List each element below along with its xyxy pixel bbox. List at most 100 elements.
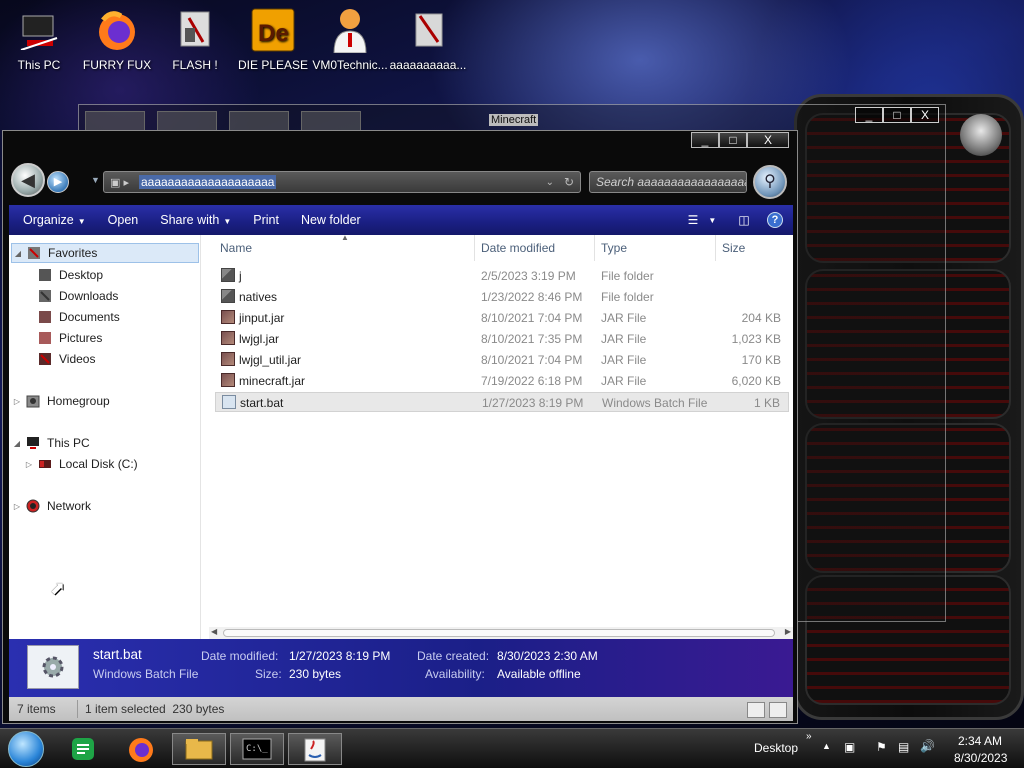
nav-item-downloads[interactable]: Downloads (35, 286, 118, 306)
volume-icon[interactable]: 🔊 (920, 739, 935, 753)
file-name: j (239, 269, 242, 283)
desktop-icon-label: DIE PLEASE (237, 58, 309, 72)
print-button[interactable]: Print (242, 213, 290, 227)
column-divider[interactable] (474, 235, 475, 261)
nav-item-videos[interactable]: Videos (35, 349, 95, 369)
file-type: JAR File (601, 311, 647, 325)
arrow-left-icon: ◀ (21, 170, 35, 190)
firefox-icon (129, 738, 153, 762)
column-header-date-modified[interactable]: Date modified (481, 241, 555, 255)
app-icon (405, 6, 451, 54)
nav-item-documents[interactable]: Documents (35, 307, 120, 327)
scroll-left-icon[interactable]: ◀ (211, 627, 217, 636)
desktop-toolbar-label[interactable]: Desktop (754, 741, 798, 755)
file-row[interactable]: minecraft.jar 7/19/2022 6:18 PM JAR File… (215, 371, 789, 391)
clock-date[interactable]: 8/30/2023 (954, 751, 1007, 765)
file-name: lwjgl.jar (239, 332, 280, 346)
caret-down-icon: ▼ (223, 217, 232, 226)
taskbar-app-notes[interactable] (56, 733, 110, 765)
preview-pane-button[interactable]: ◫ (735, 211, 753, 229)
view-options-button[interactable]: ☰ ▼ (688, 211, 717, 229)
file-size: 204 KB (741, 311, 781, 325)
nav-item-favorites[interactable]: ◢ Favorites (11, 243, 199, 263)
show-hidden-icons-button[interactable]: ▲ (822, 741, 831, 751)
taskbar-app-java[interactable] (288, 733, 342, 765)
new-folder-button[interactable]: New folder (290, 213, 372, 227)
desktop-icon-furry-fux[interactable]: FURRY FUX (78, 6, 156, 72)
file-row[interactable]: lwjgl_util.jar 8/10/2021 7:04 PM JAR Fil… (215, 350, 789, 370)
nav-item-this-pc[interactable]: ◢ This PC (11, 433, 90, 453)
nav-item-label: Network (47, 499, 92, 513)
caret-down-icon: ▼ (77, 217, 86, 226)
back-button[interactable]: ◀ (11, 163, 45, 197)
address-breadcrumb[interactable]: aaaaaaaaaaaaaaaaaaaa (138, 175, 277, 189)
status-item-count: 7 items (17, 702, 56, 716)
maximize-button[interactable]: □ (719, 132, 747, 148)
homegroup-icon (25, 394, 41, 408)
file-row[interactable]: natives 1/23/2022 8:46 PM File folder (215, 287, 789, 307)
organize-button[interactable]: Organize ▼ (9, 213, 97, 227)
scrollbar-thumb[interactable] (223, 629, 775, 637)
desktop-icon-flash[interactable]: FLASH ! (156, 6, 234, 72)
address-bar[interactable]: ▣ ▸ aaaaaaaaaaaaaaaaaaaa ⌄ ↻ (103, 171, 581, 193)
clock-time[interactable]: 2:34 AM (958, 734, 1002, 748)
expand-arrow-icon[interactable]: ▷ (11, 502, 23, 511)
desktop-icon-die-please[interactable]: De DIE PLEASE (234, 6, 312, 72)
scroll-right-icon[interactable]: ▶ (785, 627, 791, 636)
tray-app-icon[interactable]: ▣ (844, 740, 855, 754)
file-row[interactable]: lwjgl.jar 8/10/2021 7:35 PM JAR File 1,0… (215, 329, 789, 349)
double-chevron-icon[interactable]: » (806, 731, 812, 742)
minimize-button[interactable]: _ (691, 132, 719, 148)
large-icons-view-icon[interactable] (769, 702, 787, 718)
navigation-bar: ◀ ▶ ▼ ▣ ▸ aaaaaaaaaaaaaaaaaaaa ⌄ ↻ Searc… (9, 161, 793, 201)
column-header-size[interactable]: Size (722, 241, 745, 255)
details-view-icon[interactable] (747, 702, 765, 718)
desktop-icon-vm0technic[interactable]: VM0Technic... (311, 6, 389, 72)
toolbar-right-group: ☰ ▼ ◫ ? (688, 211, 783, 229)
taskbar-app-command-prompt[interactable]: C:\_ (230, 733, 284, 765)
nav-item-local-disk[interactable]: ▷ Local Disk (C:) (23, 454, 138, 474)
nav-item-label: Homegroup (47, 394, 110, 408)
desktop-icon-this-pc[interactable]: This PC (0, 6, 78, 72)
horizontal-scrollbar[interactable]: ◀ ▶ (209, 627, 793, 639)
minimize-button[interactable]: _ (855, 107, 883, 123)
refresh-icon[interactable]: ↻ (564, 175, 574, 189)
start-button[interactable] (8, 731, 44, 767)
column-header-type[interactable]: Type (601, 241, 627, 255)
recent-pages-dropdown[interactable]: ▼ (91, 175, 100, 185)
file-row[interactable]: jinput.jar 8/10/2021 7:04 PM JAR File 20… (215, 308, 789, 328)
column-header-name[interactable]: Name (220, 241, 252, 255)
search-button[interactable]: ⚲ (753, 165, 787, 199)
close-button[interactable]: X (747, 132, 789, 148)
maximize-button[interactable]: □ (883, 107, 911, 123)
view-switcher (747, 702, 787, 718)
expand-arrow-icon[interactable]: ▷ (11, 397, 23, 406)
details-availability-value: Available offline (497, 667, 581, 681)
desktop-icon-label: FURRY FUX (82, 58, 152, 72)
desktop-icon-label: This PC (17, 58, 61, 72)
network-tray-icon[interactable]: ▤ (898, 740, 909, 754)
desktop-icon-aaaa[interactable]: aaaaaaaaaa... (389, 6, 467, 72)
taskbar-app-file-explorer[interactable] (172, 733, 226, 765)
action-center-flag-icon[interactable]: ⚑ (876, 740, 887, 754)
nav-item-pictures[interactable]: Pictures (35, 328, 102, 348)
nav-item-desktop[interactable]: Desktop (35, 265, 103, 285)
forward-button[interactable]: ▶ (47, 171, 69, 193)
nav-item-network[interactable]: ▷ Network (11, 496, 91, 516)
file-row[interactable]: j 2/5/2023 3:19 PM File folder (215, 266, 789, 286)
column-divider[interactable] (715, 235, 716, 261)
chevron-down-icon[interactable]: ⌄ (546, 177, 554, 188)
nav-item-homegroup[interactable]: ▷ Homegroup (11, 391, 110, 411)
help-icon[interactable]: ? (767, 212, 783, 228)
close-button[interactable]: X (911, 107, 939, 123)
expand-arrow-icon[interactable]: ◢ (12, 249, 24, 258)
expand-arrow-icon[interactable]: ▷ (23, 460, 35, 469)
file-row-selected[interactable]: start.bat 1/27/2023 8:19 PM Windows Batc… (215, 392, 789, 412)
column-divider[interactable] (594, 235, 595, 261)
search-input[interactable]: Search aaaaaaaaaaaaaaaaaaaa (589, 171, 747, 193)
explorer-window[interactable]: _ □ X ◀ ▶ ▼ ▣ ▸ aaaaaaaaaaaaaaaaaaaa ⌄ ↻… (2, 130, 798, 724)
share-with-button[interactable]: Share with ▼ (149, 213, 242, 227)
expand-arrow-icon[interactable]: ◢ (11, 439, 23, 448)
taskbar-app-firefox[interactable] (114, 733, 168, 765)
open-button[interactable]: Open (97, 213, 150, 227)
